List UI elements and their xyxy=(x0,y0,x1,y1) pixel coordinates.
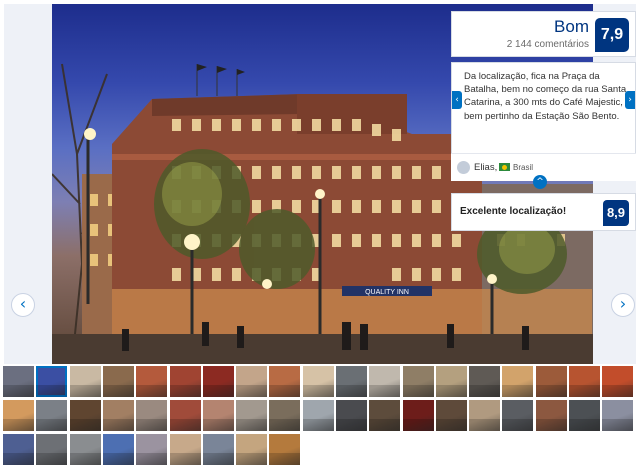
thumbnail[interactable] xyxy=(469,400,500,431)
chevron-right-icon: › xyxy=(628,95,632,105)
thumbnail[interactable] xyxy=(436,400,467,431)
thumbnail[interactable] xyxy=(136,400,167,431)
thumbnail[interactable] xyxy=(70,434,101,465)
thumbnail[interactable] xyxy=(536,366,567,397)
thumbnail[interactable] xyxy=(236,400,267,431)
thumbnail[interactable] xyxy=(369,400,400,431)
thumbnail[interactable] xyxy=(336,366,367,397)
thumbnail[interactable] xyxy=(469,366,500,397)
thumbnail[interactable] xyxy=(170,366,201,397)
review-score-card[interactable]: Bom 2 144 comentários 7,9 xyxy=(451,11,636,57)
location-label: Excelente localização! xyxy=(460,206,567,217)
main-photo[interactable]: QUALITY INN xyxy=(52,4,593,364)
thumbnail[interactable] xyxy=(136,366,167,397)
chevron-right-icon: › xyxy=(619,294,627,313)
hotel-facade-illustration: QUALITY INN xyxy=(52,63,593,364)
hotel-sign: QUALITY INN xyxy=(365,289,409,296)
review-text: Da localização, fica na Praça da Batalha… xyxy=(464,71,627,122)
thumbnail[interactable] xyxy=(369,366,400,397)
avatar-icon xyxy=(457,161,470,174)
thumbnail[interactable] xyxy=(103,400,134,431)
gallery-prev-button[interactable]: ‹ xyxy=(11,293,35,317)
thumbnail[interactable] xyxy=(136,434,167,465)
thumbnail[interactable] xyxy=(403,366,434,397)
gallery-next-button[interactable]: › xyxy=(611,293,635,317)
thumbnail[interactable] xyxy=(70,400,101,431)
thumbnail[interactable] xyxy=(303,366,334,397)
thumbnail[interactable] xyxy=(36,366,67,397)
photo-gallery: QUALITY INN ‹ › Bom 2 144 comentários 7,… xyxy=(0,0,640,467)
score-badge: 7,9 xyxy=(595,18,629,52)
chevron-left-icon: ‹ xyxy=(19,294,27,313)
thumbnail[interactable] xyxy=(502,400,533,431)
thumbnail[interactable] xyxy=(203,400,234,431)
location-score-card: Excelente localização! 8,9 xyxy=(451,193,636,231)
thumbnail[interactable] xyxy=(70,366,101,397)
thumbnail[interactable] xyxy=(103,434,134,465)
thumbnail[interactable] xyxy=(602,400,633,431)
thumbnail[interactable] xyxy=(36,400,67,431)
thumbnail[interactable] xyxy=(436,366,467,397)
thumbnail[interactable] xyxy=(236,366,267,397)
thumbnail-strip xyxy=(3,366,637,466)
thumbnail[interactable] xyxy=(236,434,267,465)
thumbnail[interactable] xyxy=(3,434,34,465)
thumbnail[interactable] xyxy=(170,400,201,431)
reviewer-country: Brasil xyxy=(513,163,534,172)
thumbnail[interactable] xyxy=(103,366,134,397)
review-prev-button[interactable]: ‹ xyxy=(452,91,462,109)
thumbnail[interactable] xyxy=(269,400,300,431)
location-score-badge: 8,9 xyxy=(603,200,629,226)
collapse-review-button[interactable]: ^ xyxy=(533,175,547,189)
thumbnail[interactable] xyxy=(569,366,600,397)
thumbnail[interactable] xyxy=(336,400,367,431)
thumbnail[interactable] xyxy=(569,400,600,431)
thumbnail[interactable] xyxy=(269,366,300,397)
thumbnail[interactable] xyxy=(536,400,567,431)
thumbnail[interactable] xyxy=(269,434,300,465)
thumbnail[interactable] xyxy=(203,366,234,397)
chevron-up-icon: ^ xyxy=(536,177,544,187)
thumbnail[interactable] xyxy=(3,366,34,397)
review-next-button[interactable]: › xyxy=(625,91,635,109)
thumbnail[interactable] xyxy=(602,366,633,397)
thumbnail[interactable] xyxy=(170,434,201,465)
thumbnail[interactable] xyxy=(3,400,34,431)
thumbnail[interactable] xyxy=(203,434,234,465)
thumbnail[interactable] xyxy=(303,400,334,431)
thumbnail[interactable] xyxy=(403,400,434,431)
thumbnail[interactable] xyxy=(36,434,67,465)
review-count: 2 144 comentários xyxy=(506,39,589,50)
thumbnail[interactable] xyxy=(502,366,533,397)
reviewer-name: Elias, xyxy=(474,162,498,173)
brazil-flag-icon xyxy=(499,163,510,171)
chevron-left-icon: ‹ xyxy=(455,95,459,105)
score-word: Bom xyxy=(554,17,589,36)
